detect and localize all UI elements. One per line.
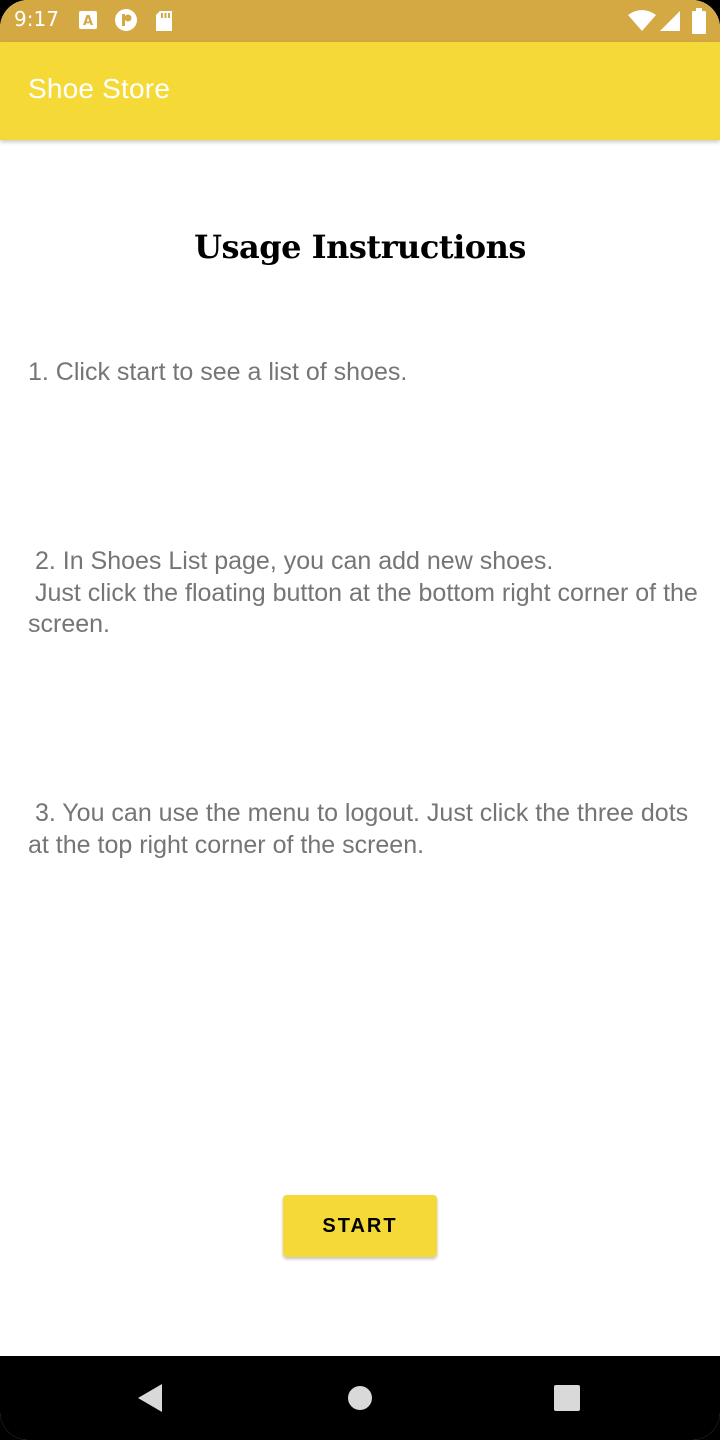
recents-icon[interactable] bbox=[545, 1376, 589, 1420]
signal-icon bbox=[659, 10, 681, 36]
app-bar: Shoe Store bbox=[0, 42, 720, 140]
screen: 9:17 A Shoe Store Usage Instructions 1. … bbox=[0, 0, 720, 1440]
home-icon[interactable] bbox=[338, 1376, 382, 1420]
instruction-step-3: 3. You can use the menu to logout. Just … bbox=[28, 799, 696, 859]
instruction-step-2: 2. In Shoes List page, you can add new s… bbox=[28, 547, 698, 638]
usage-instructions-heading: Usage Instructions bbox=[194, 228, 526, 266]
app-title: Shoe Store bbox=[28, 73, 171, 104]
step-spacer bbox=[28, 704, 700, 736]
sd-card-icon bbox=[155, 10, 173, 36]
circle-p-icon bbox=[114, 8, 138, 36]
back-icon[interactable] bbox=[128, 1376, 172, 1420]
wifi-icon bbox=[628, 10, 656, 36]
navigation-bar bbox=[0, 1356, 720, 1440]
start-button[interactable]: START bbox=[283, 1195, 437, 1257]
instructions-text: 1. Click start to see a list of shoes. 2… bbox=[28, 294, 700, 924]
step-spacer bbox=[28, 452, 700, 484]
status-time: 9:17 bbox=[14, 7, 59, 31]
a-letter-icon: A bbox=[78, 10, 98, 34]
instruction-step-1: 1. Click start to see a list of shoes. bbox=[28, 358, 408, 386]
status-bar: 9:17 A bbox=[0, 0, 720, 42]
svg-text:A: A bbox=[83, 14, 93, 29]
battery-icon bbox=[692, 8, 706, 38]
